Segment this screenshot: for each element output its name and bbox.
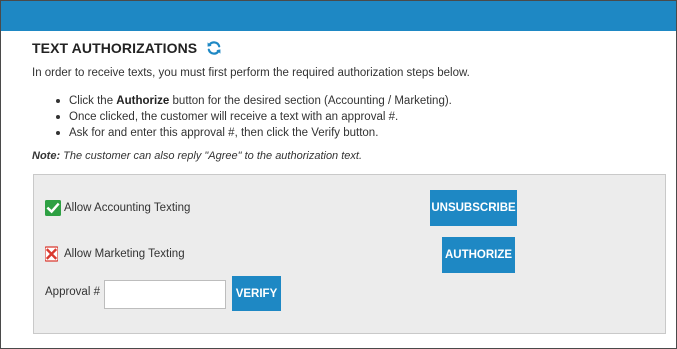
refresh-icon[interactable] — [206, 40, 222, 56]
marketing-row: Allow Marketing Texting — [44, 246, 185, 262]
steps-list: Click the Authorize button for the desir… — [56, 93, 452, 141]
x-icon — [44, 246, 61, 262]
authorize-button[interactable]: AUTHORIZE — [442, 237, 515, 273]
accounting-label: Allow Accounting Texting — [64, 202, 191, 214]
step-text-bold: Authorize — [116, 95, 170, 107]
top-bar — [1, 1, 676, 31]
check-icon — [45, 200, 61, 216]
note-body: The customer can also reply "Agree" to t… — [60, 150, 363, 162]
step-item: Click the Authorize button for the desir… — [56, 93, 452, 109]
step-item: Ask for and enter this approval #, then … — [56, 125, 452, 141]
title-row: TEXT AUTHORIZATIONS — [32, 39, 222, 57]
approval-input[interactable] — [104, 280, 226, 309]
note-label: Note: — [32, 150, 61, 162]
accounting-row: Allow Accounting Texting — [45, 200, 190, 216]
step-text-prefix: Click the — [69, 95, 117, 107]
page-title: TEXT AUTHORIZATIONS — [32, 40, 198, 56]
note-text: Note: The customer can also reply "Agree… — [32, 150, 362, 162]
marketing-label: Allow Marketing Texting — [64, 248, 185, 260]
unsubscribe-button[interactable]: UNSUBSCRIBE — [430, 190, 517, 226]
verify-button[interactable]: VERIFY — [232, 276, 281, 311]
step-item: Once clicked, the customer will receive … — [56, 109, 452, 125]
approval-label: Approval # — [45, 286, 100, 298]
step-text-suffix: button for the desired section (Accounti… — [169, 95, 452, 107]
intro-text: In order to receive texts, you must firs… — [32, 67, 470, 79]
